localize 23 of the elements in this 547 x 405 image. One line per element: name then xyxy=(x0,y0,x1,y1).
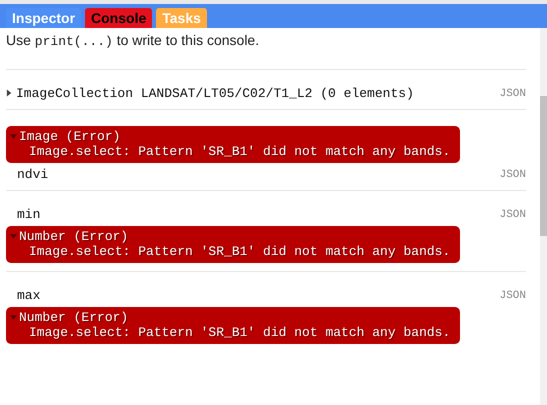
expanded-triangle-icon[interactable] xyxy=(10,132,17,140)
expanded-triangle-icon[interactable] xyxy=(10,313,17,321)
collapsed-triangle-icon[interactable] xyxy=(6,89,13,97)
scrollbar[interactable] xyxy=(540,28,547,405)
tab[interactable]: Inspector xyxy=(6,8,82,28)
error-message: Image.select: Pattern 'SR_B1' did not match any bands. xyxy=(28,144,450,159)
json-link[interactable]: JSON xyxy=(500,88,526,100)
error-message: Image.select: Pattern 'SR_B1' did not match any bands. xyxy=(28,244,450,259)
error-message: Image.select: Pattern 'SR_B1' did not match any bands. xyxy=(28,325,450,340)
json-link[interactable]: JSON xyxy=(500,168,526,180)
output-label: ndvi xyxy=(16,167,48,182)
error-title[interactable]: Number (Error) xyxy=(19,229,128,244)
error-title[interactable]: Image (Error) xyxy=(19,129,120,144)
output-label: max xyxy=(16,288,40,303)
tab[interactable]: Tasks xyxy=(156,8,207,28)
tab[interactable]: Console xyxy=(85,8,152,28)
expanded-triangle-icon[interactable] xyxy=(10,232,17,240)
json-link[interactable]: JSON xyxy=(500,290,526,302)
json-link[interactable]: JSON xyxy=(500,208,526,220)
output-label: min xyxy=(16,207,40,222)
error-title[interactable]: Number (Error) xyxy=(19,310,128,325)
console-hint: Use print(...) to write to this console. xyxy=(6,32,260,51)
object-summary[interactable]: ImageCollection LANDSAT/LT05/C02/T1_L2 (0 elements) xyxy=(16,86,414,101)
